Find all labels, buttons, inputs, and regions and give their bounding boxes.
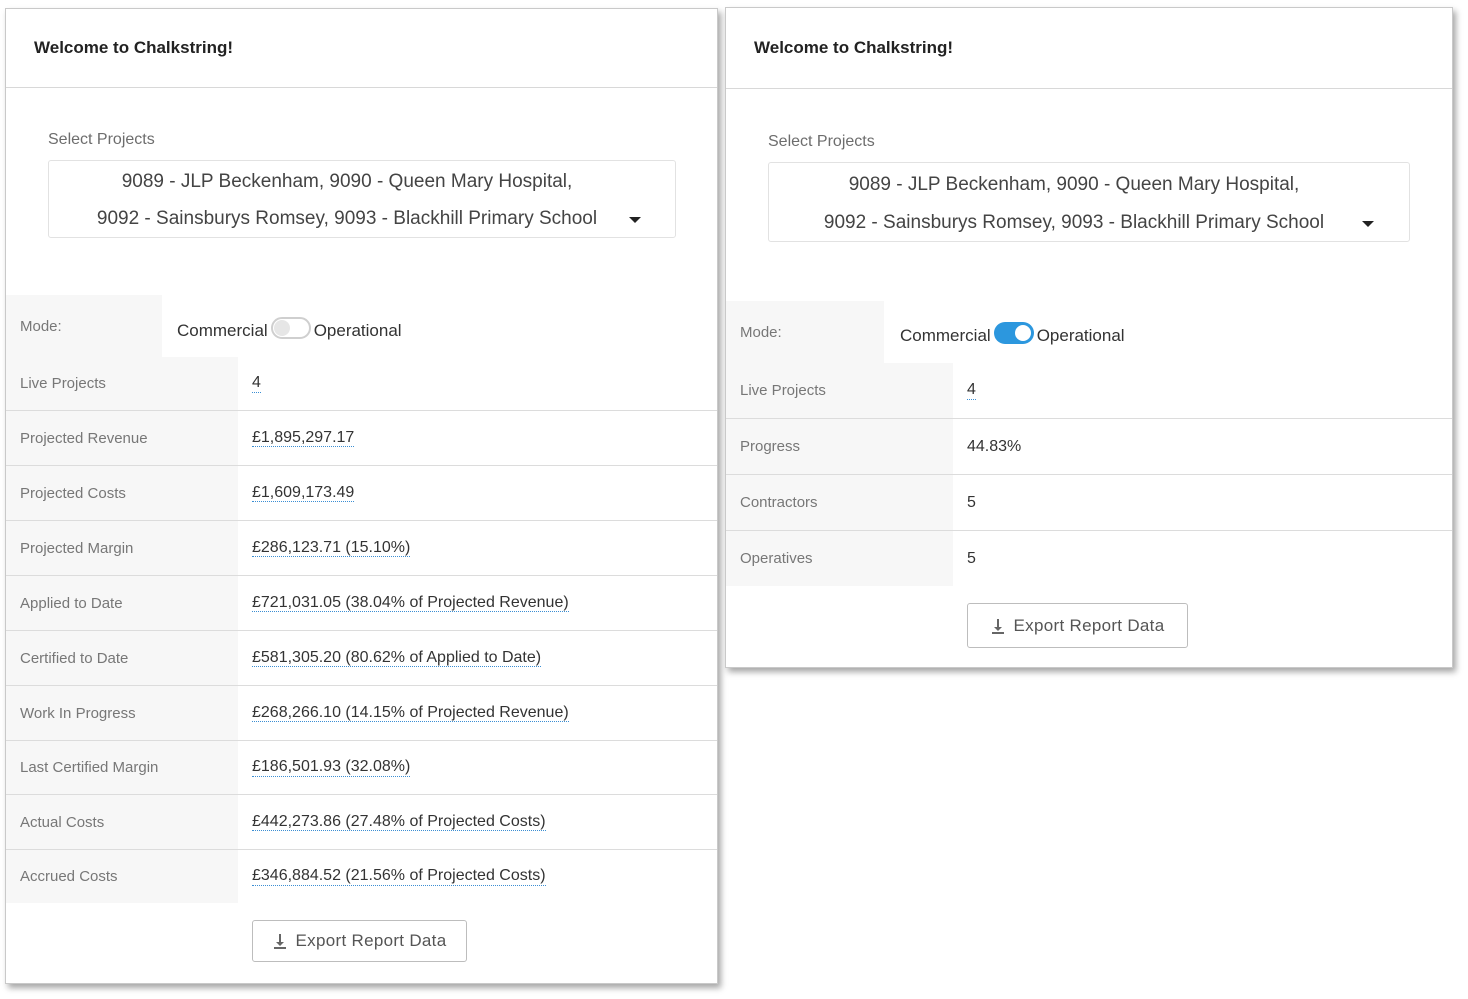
toggle-knob	[1014, 325, 1031, 341]
stat-label: Applied to Date	[6, 576, 238, 630]
stat-value-link[interactable]: £286,123.71 (15.10%)	[252, 539, 411, 558]
stat-value: 5	[967, 493, 976, 511]
stat-value-link[interactable]: £1,895,297.17	[252, 429, 355, 448]
mode-switch-group: Commercial Operational	[900, 301, 1125, 363]
stat-row: Live Projects 4	[6, 357, 717, 411]
export-report-button[interactable]: Export Report Data	[252, 920, 467, 962]
stat-row: Certified to Date £581,305.20 (80.62% of…	[6, 631, 717, 686]
stat-value-link[interactable]: £721,031.05 (38.04% of Projected Revenue…	[252, 594, 569, 613]
export-button-label: Export Report Data	[1013, 615, 1165, 635]
stat-label: Projected Costs	[6, 466, 238, 520]
mode-option-operational: Operational	[313, 321, 402, 340]
mode-option-commercial: Commercial	[177, 321, 268, 340]
caret-down-icon[interactable]	[1362, 221, 1374, 227]
dashboard-panel-operational: Welcome to Chalkstring! Select Projects …	[725, 7, 1453, 668]
mode-option-operational: Operational	[1036, 326, 1125, 345]
stat-value: 44.83%	[967, 437, 1022, 455]
stat-row: Operatives 5	[726, 531, 1452, 586]
select-projects-label: Select Projects	[48, 131, 155, 148]
stat-label: Certified to Date	[6, 631, 238, 685]
stat-label: Contractors	[726, 475, 953, 530]
stat-label: Operatives	[726, 531, 953, 586]
stat-value-link[interactable]: 4	[252, 374, 261, 393]
selected-projects-line-1: 9089 - JLP Beckenham, 9090 - Queen Mary …	[121, 171, 573, 192]
project-multiselect[interactable]: 9089 - JLP Beckenham, 9090 - Queen Mary …	[768, 162, 1410, 242]
stat-row: Accrued Costs £346,884.52 (21.56% of Pro…	[6, 850, 717, 903]
stat-value-link[interactable]: £268,266.10 (14.15% of Projected Revenue…	[252, 704, 569, 723]
stat-label: Live Projects	[726, 363, 953, 418]
mode-label: Mode:	[6, 295, 162, 357]
mode-option-commercial: Commercial	[900, 326, 991, 345]
stat-row: Projected Costs £1,609,173.49	[6, 466, 717, 521]
stat-value-link[interactable]: 4	[967, 381, 976, 400]
stat-row: Last Certified Margin £186,501.93 (32.08…	[6, 741, 717, 795]
selected-projects-line-2: 9092 - Sainsburys Romsey, 9093 - Blackhi…	[96, 208, 598, 229]
stat-row: Projected Margin £286,123.71 (15.10%)	[6, 521, 717, 576]
stat-value-link[interactable]: £442,273.86 (27.48% of Projected Costs)	[252, 813, 546, 832]
stat-label: Accrued Costs	[6, 850, 238, 903]
stat-row: Progress 44.83%	[726, 419, 1452, 475]
stat-value-link[interactable]: £346,884.52 (21.56% of Projected Costs)	[252, 867, 546, 886]
stat-label: Actual Costs	[6, 795, 238, 849]
stat-row: Live Projects 4	[726, 363, 1452, 419]
selected-projects-line-2: 9092 - Sainsburys Romsey, 9093 - Blackhi…	[823, 212, 1325, 233]
selected-projects-line-1: 9089 - JLP Beckenham, 9090 - Queen Mary …	[848, 174, 1300, 195]
select-projects-label: Select Projects	[768, 133, 875, 150]
mode-toggle[interactable]	[270, 317, 311, 339]
toggle-knob	[273, 320, 290, 336]
project-multiselect[interactable]: 9089 - JLP Beckenham, 9090 - Queen Mary …	[48, 160, 676, 238]
export-report-button[interactable]: Export Report Data	[967, 603, 1188, 648]
mode-row: Mode: Commercial Operational	[726, 301, 1452, 363]
stat-value: 5	[967, 549, 976, 567]
stat-label: Live Projects	[6, 357, 238, 410]
stat-label: Projected Margin	[6, 521, 238, 575]
stat-value-link[interactable]: £581,305.20 (80.62% of Applied to Date)	[252, 649, 542, 668]
download-icon	[991, 618, 1005, 634]
panel-title: Welcome to Chalkstring!	[726, 8, 1452, 89]
mode-toggle[interactable]	[993, 322, 1034, 344]
download-icon	[273, 933, 287, 949]
stat-label: Projected Revenue	[6, 411, 238, 465]
stat-label: Work In Progress	[6, 686, 238, 740]
stat-row: Applied to Date £721,031.05 (38.04% of P…	[6, 576, 717, 631]
export-button-label: Export Report Data	[295, 931, 447, 950]
panel-title: Welcome to Chalkstring!	[6, 9, 717, 88]
caret-down-icon[interactable]	[629, 217, 641, 223]
stat-row: Work In Progress £268,266.10 (14.15% of …	[6, 686, 717, 741]
mode-switch-group: Commercial Operational	[177, 295, 402, 357]
stat-row: Contractors 5	[726, 475, 1452, 531]
stat-value-link[interactable]: £186,501.93 (32.08%)	[252, 758, 411, 777]
mode-row: Mode: Commercial Operational	[6, 295, 717, 357]
stat-label: Progress	[726, 419, 953, 474]
mode-label: Mode:	[726, 301, 884, 363]
dashboard-panel-commercial: Welcome to Chalkstring! Select Projects …	[5, 8, 718, 984]
stat-row: Actual Costs £442,273.86 (27.48% of Proj…	[6, 795, 717, 850]
stat-label: Last Certified Margin	[6, 741, 238, 794]
stat-row: Projected Revenue £1,895,297.17	[6, 411, 717, 466]
stat-value-link[interactable]: £1,609,173.49	[252, 484, 355, 503]
